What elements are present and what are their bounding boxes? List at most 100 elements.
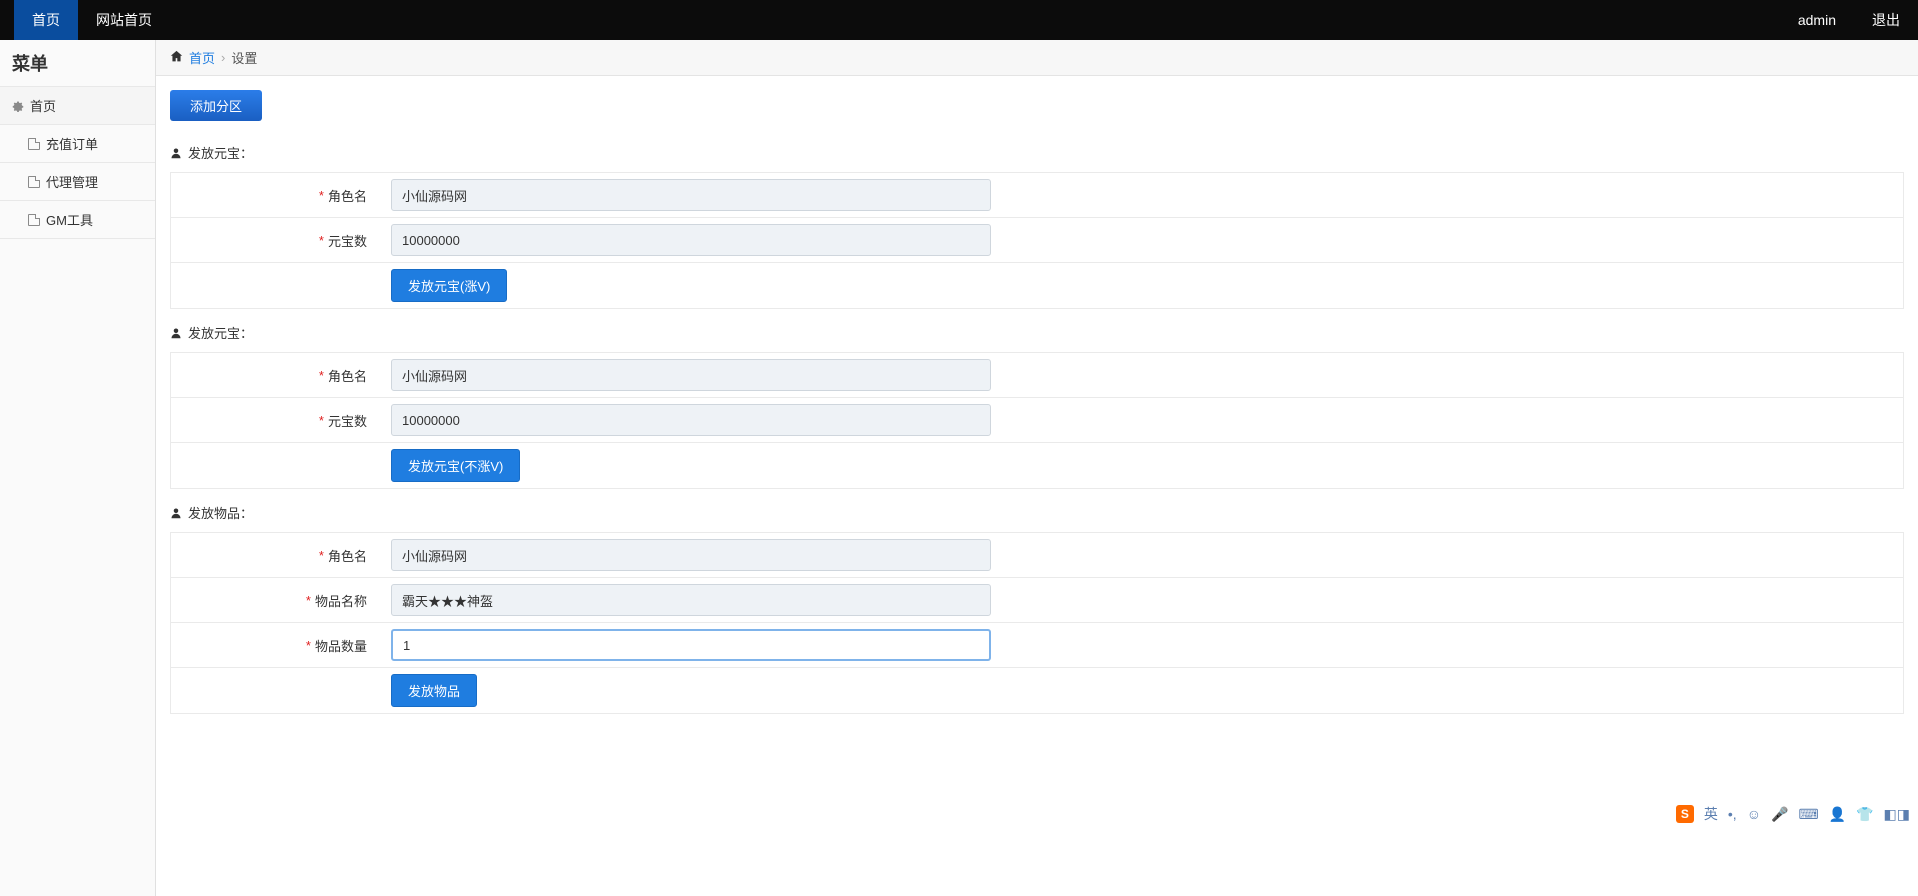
topbar-spacer xyxy=(170,0,1780,40)
form-label: *角色名 xyxy=(171,353,381,397)
form-field: 发放元宝(不涨V) xyxy=(381,443,1121,488)
form-field xyxy=(381,533,1121,577)
sidebar-title: 菜单 xyxy=(0,40,155,86)
form-label: * 角色名 xyxy=(171,173,381,217)
section-title-label: 发放元宝： xyxy=(188,323,253,342)
sidebar-item-agent[interactable]: 代理管理 xyxy=(0,163,155,201)
sidebar: 菜单 首页 充值订单 代理管理 GM工具 xyxy=(0,40,156,896)
label-text: 物品名称 xyxy=(315,591,367,610)
item-qty-input[interactable] xyxy=(391,629,991,661)
form-row: * 角色名 xyxy=(171,173,1903,218)
main: 首页 › 设置 添加分区 发放元宝： * 角色名 * 元宝数 xyxy=(156,40,1918,896)
sidebar-item-recharge[interactable]: 充值订单 xyxy=(0,125,155,163)
form-label: * 物品数量 xyxy=(171,623,381,667)
layout: 菜单 首页 充值订单 代理管理 GM工具 xyxy=(0,40,1918,896)
form-field: 发放物品 xyxy=(381,668,1121,713)
form-label: *物品名称 xyxy=(171,578,381,622)
breadcrumb-current: 设置 xyxy=(231,48,257,67)
sidebar-root-label: 首页 xyxy=(30,96,56,115)
item-name-input[interactable] xyxy=(391,584,991,616)
issue-yuanbao-v-button[interactable]: 发放元宝(涨V) xyxy=(391,269,507,302)
role-name-input[interactable] xyxy=(391,359,991,391)
topbar-home[interactable]: 首页 xyxy=(14,0,78,40)
person-icon xyxy=(170,507,182,519)
form-row: 发放物品 xyxy=(171,668,1903,714)
form-field xyxy=(381,578,1121,622)
section-title-item: 发放物品： xyxy=(170,503,1904,522)
form-row: * 角色名 xyxy=(171,533,1903,578)
required-mark: * xyxy=(319,233,324,248)
sidebar-item-label: GM工具 xyxy=(46,210,93,229)
ime-emoji-icon[interactable]: ☺ xyxy=(1747,806,1761,822)
ime-user-icon[interactable]: 👤 xyxy=(1829,806,1846,823)
form-yuanbao-v: * 角色名 * 元宝数 发放元宝(涨V) xyxy=(170,172,1904,309)
form-field xyxy=(381,173,1121,217)
topbar-logout[interactable]: 退出 xyxy=(1854,0,1918,40)
form-field xyxy=(381,353,1121,397)
topbar-site-home[interactable]: 网站首页 xyxy=(78,0,170,40)
ime-skin-icon[interactable]: 👕 xyxy=(1856,806,1873,823)
form-label: * 元宝数 xyxy=(171,218,381,262)
required-mark: * xyxy=(306,638,311,653)
form-field xyxy=(381,218,1121,262)
label-text: 角色名 xyxy=(328,186,367,205)
sidebar-menu: 首页 充值订单 代理管理 GM工具 xyxy=(0,86,155,239)
ime-keyboard-icon[interactable]: ⌨ xyxy=(1798,806,1818,823)
form-row: *角色名 xyxy=(171,353,1903,398)
yuanbao-count-input[interactable] xyxy=(391,404,991,436)
sidebar-root-item[interactable]: 首页 xyxy=(0,87,155,125)
form-row: * 物品数量 xyxy=(171,623,1903,668)
label-text: 物品数量 xyxy=(315,636,367,655)
role-name-input[interactable] xyxy=(391,179,991,211)
form-row: *物品名称 xyxy=(171,578,1903,623)
sidebar-item-label: 代理管理 xyxy=(46,172,98,191)
ime-lang[interactable]: 英 xyxy=(1704,804,1718,824)
form-field xyxy=(381,623,1121,667)
form-label: * 元宝数 xyxy=(171,398,381,442)
content: 添加分区 发放元宝： *角色名 *元宝数 发放元宝( xyxy=(156,76,1918,742)
section-title-yuanbao-nov: 发放元宝： xyxy=(170,323,1904,342)
form-row: * 元宝数 xyxy=(171,218,1903,263)
form-label xyxy=(171,263,381,308)
person-icon xyxy=(170,147,182,159)
form-label: * 角色名 xyxy=(171,533,381,577)
add-zone-button[interactable]: 添加分区 xyxy=(170,90,262,121)
topbar-user[interactable]: admin xyxy=(1780,0,1854,40)
form-field: 发放元宝(涨V) xyxy=(381,263,1121,308)
issue-item-button[interactable]: 发放物品 xyxy=(391,674,477,707)
form-row: 发放元宝(涨V) xyxy=(171,263,1903,309)
label-text: 元宝数 xyxy=(328,231,367,250)
section-title-label: 发放元宝： xyxy=(188,143,253,162)
form-field xyxy=(381,398,1121,442)
required-mark: * xyxy=(319,188,324,203)
ime-toolbox-icon[interactable]: ◧◨ xyxy=(1884,806,1910,823)
home-icon xyxy=(170,50,183,66)
breadcrumb-separator: › xyxy=(221,50,225,65)
file-icon xyxy=(28,214,40,226)
ime-punct-icon[interactable]: •, xyxy=(1728,806,1737,822)
ime-mic-icon[interactable]: 🎤 xyxy=(1771,806,1788,823)
label-text: 角色名 xyxy=(328,546,367,565)
breadcrumb-home-link[interactable]: 首页 xyxy=(189,48,215,67)
file-icon xyxy=(28,176,40,188)
ime-badge-icon[interactable]: S xyxy=(1676,805,1694,823)
role-name-input[interactable] xyxy=(391,539,991,571)
gear-icon xyxy=(12,100,24,112)
label-text: 元宝数 xyxy=(328,411,367,430)
form-row: * 元宝数 xyxy=(171,398,1903,443)
form-row: 发放元宝(不涨V) xyxy=(171,443,1903,489)
required-mark: * xyxy=(319,548,324,563)
required-mark: * xyxy=(319,413,324,428)
label-text: 角色名 xyxy=(328,366,367,385)
form-item: * 角色名 *物品名称 * 物品数量 发放物品 xyxy=(170,532,1904,714)
sidebar-item-gmtools[interactable]: GM工具 xyxy=(0,201,155,239)
file-icon xyxy=(28,138,40,150)
yuanbao-count-input[interactable] xyxy=(391,224,991,256)
form-label xyxy=(171,443,381,488)
person-icon xyxy=(170,327,182,339)
form-label xyxy=(171,668,381,713)
issue-yuanbao-nov-button[interactable]: 发放元宝(不涨V) xyxy=(391,449,520,482)
section-title-label: 发放物品： xyxy=(188,503,253,522)
form-yuanbao-nov: *角色名 * 元宝数 发放元宝(不涨V) xyxy=(170,352,1904,489)
section-title-yuanbao-v: 发放元宝： xyxy=(170,143,1904,162)
